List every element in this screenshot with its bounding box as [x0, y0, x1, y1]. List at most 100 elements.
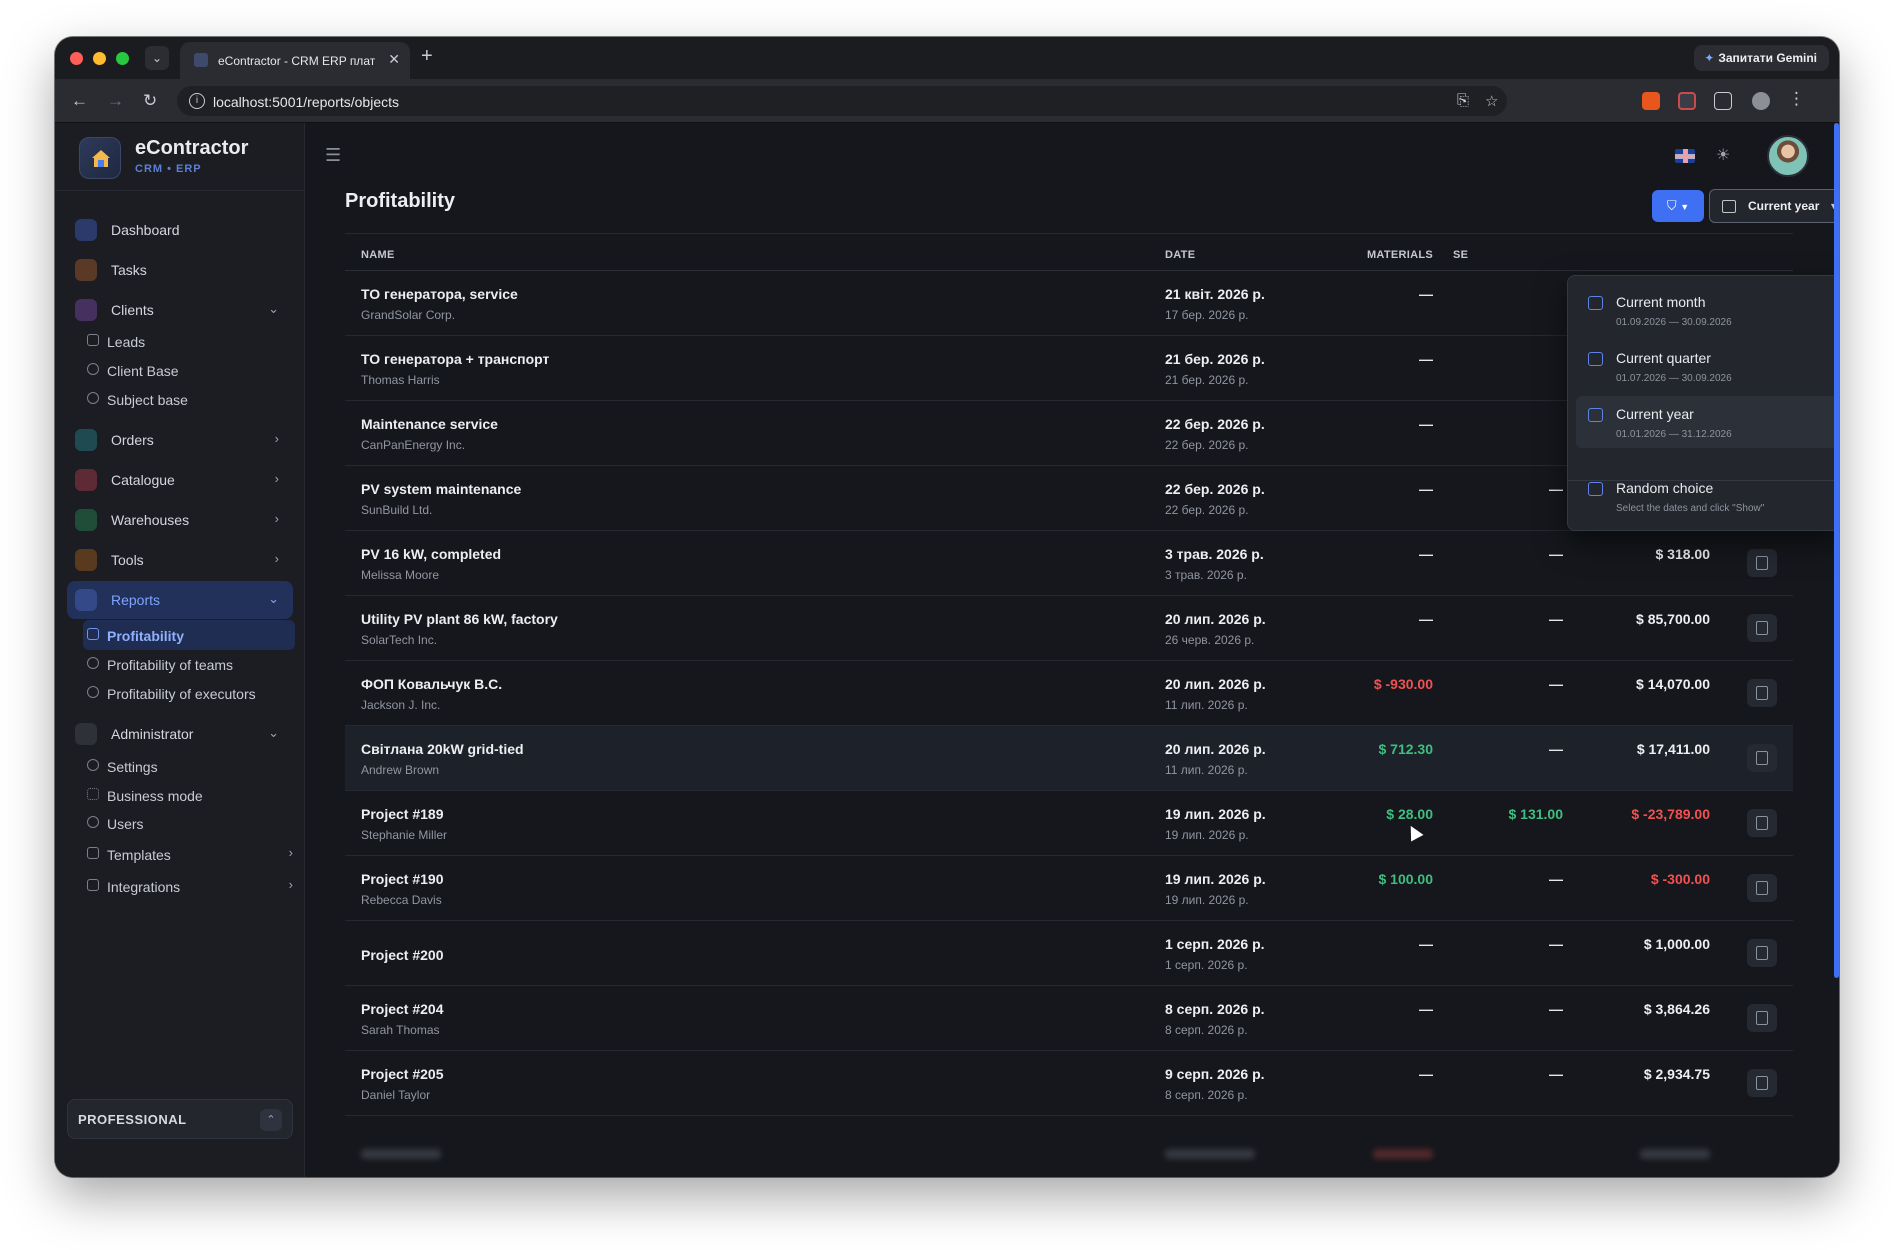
column-header-date[interactable]: DATE	[1165, 249, 1195, 261]
row-name[interactable]: PV 16 kW, completed	[361, 546, 501, 562]
tab-close-icon[interactable]: ✕	[388, 51, 400, 68]
sidebar-subitem-profitability[interactable]: Profitability	[83, 620, 295, 650]
theme-sun-icon[interactable]: ☀	[1716, 145, 1730, 165]
table-row[interactable]: PV 16 kW, completed Melissa Moore 3 трав. …	[345, 531, 1793, 596]
row-name[interactable]: Project #200	[361, 947, 444, 963]
gemini-button[interactable]: ✦ Запитати Gemini	[1694, 45, 1829, 71]
row-name[interactable]: ФОП Ковальчук В.С.	[361, 676, 502, 692]
table-row[interactable]: Utility PV plant 86 kW, factory SolarTech…	[345, 596, 1793, 661]
row-name[interactable]: Maintenance service	[361, 416, 498, 432]
sidebar-item-catalogue[interactable]: Catalogue ›	[67, 461, 293, 499]
row-name[interactable]: Project #190	[361, 871, 444, 887]
minimize-window-button[interactable]	[93, 52, 106, 65]
extension-icon[interactable]	[1642, 92, 1660, 110]
sidebar-subitem-leads[interactable]: Leads	[83, 326, 295, 356]
sidebar-item-administrator[interactable]: Administrator ⌄	[67, 715, 293, 753]
sidebar-subitem-label: Integrations	[107, 879, 181, 895]
warehouse-icon	[75, 509, 97, 531]
row-report-button[interactable]	[1747, 614, 1777, 642]
extension-icon[interactable]	[1678, 92, 1696, 110]
sidebar-subitem-profitability-executors[interactable]: Profitability of executors	[83, 678, 295, 708]
clipboard-icon	[1756, 751, 1768, 765]
sidebar-item-tasks[interactable]: Tasks	[67, 251, 293, 289]
period-option-current-month[interactable]: Current month 01.09.2026 — 30.09.2026	[1576, 284, 1838, 336]
column-header-name[interactable]: NAME	[361, 249, 395, 261]
sidebar-item-warehouses[interactable]: Warehouses ›	[67, 501, 293, 539]
sidebar-item-tools[interactable]: Tools ›	[67, 541, 293, 579]
table-row[interactable]: Світлана 20kW grid-tied Andrew Brown 20 ли…	[345, 726, 1793, 791]
profile-icon[interactable]	[1752, 92, 1770, 110]
sidebar-subitem-subject-base[interactable]: Subject base	[83, 384, 295, 414]
row-report-button[interactable]	[1747, 809, 1777, 837]
new-tab-plus-icon[interactable]: +	[421, 45, 433, 68]
row-name[interactable]: ТО генератора, service	[361, 286, 518, 302]
browser-tab[interactable]: eContractor - CRM ERP плат ✕	[180, 42, 410, 79]
maximize-window-button[interactable]	[116, 52, 129, 65]
row-report-button[interactable]	[1747, 1069, 1777, 1097]
row-name[interactable]: PV system maintenance	[361, 481, 521, 497]
extensions-puzzle-icon[interactable]	[1714, 92, 1732, 110]
tab-list-chevron-icon[interactable]: ⌄	[145, 46, 169, 70]
chevron-up-icon[interactable]: ⌃	[260, 1109, 282, 1131]
close-window-button[interactable]	[70, 52, 83, 65]
row-name[interactable]: Project #205	[361, 1066, 444, 1082]
row-name[interactable]: Project #189	[361, 806, 444, 822]
row-name[interactable]: Project #204	[361, 1001, 444, 1017]
row-report-button[interactable]	[1747, 679, 1777, 707]
row-name[interactable]: ТО генератора + транспорт	[361, 351, 549, 367]
row-services: $ 131.00	[1508, 806, 1564, 822]
period-option-current-year[interactable]: Current year 01.01.2026 — 31.12.2026	[1576, 396, 1838, 448]
row-name[interactable]: Utility PV plant 86 kW, factory	[361, 611, 558, 627]
row-report-button[interactable]	[1747, 874, 1777, 902]
period-option-current-quarter[interactable]: Current quarter 01.07.2026 — 30.09.2026	[1576, 340, 1838, 392]
row-report-button[interactable]	[1747, 1004, 1777, 1032]
clipboard-icon	[1756, 946, 1768, 960]
reload-icon[interactable]: ↻	[143, 91, 157, 111]
sidebar-item-reports[interactable]: Reports ⌄	[67, 581, 293, 619]
sidebar-item-orders[interactable]: Orders ›	[67, 421, 293, 459]
row-name[interactable]: Світлана 20kW grid-tied	[361, 741, 524, 757]
install-app-icon[interactable]: ⎘	[1457, 92, 1469, 109]
sidebar-subitem-client-base[interactable]: Client Base	[83, 355, 295, 385]
plan-selector[interactable]: PROFESSIONAL ⌃	[67, 1099, 293, 1139]
row-report-button[interactable]	[1747, 744, 1777, 772]
bookmark-star-icon[interactable]: ☆	[1485, 92, 1498, 110]
period-option-random-choice[interactable]: Random choice Select the dates and click…	[1576, 470, 1838, 522]
table-row[interactable]: Project #200 1 серп. 2026 р. 1 серп. 2026 …	[345, 921, 1793, 986]
sidebar-subitem-profitability-teams[interactable]: Profitability of teams	[83, 649, 295, 679]
column-header-materials[interactable]: MATERIALS	[1367, 249, 1433, 261]
page-scrollbar[interactable]	[1834, 123, 1839, 978]
browser-menu-icon[interactable]: ⋮	[1788, 89, 1805, 109]
sidebar-subitem-settings[interactable]: Settings	[83, 751, 295, 781]
forward-arrow-icon[interactable]: →	[107, 91, 124, 111]
period-select-button[interactable]: Current year ▼	[1709, 189, 1839, 223]
back-arrow-icon[interactable]: ←	[71, 91, 88, 111]
row-report-button[interactable]	[1747, 939, 1777, 967]
brand[interactable]: eContractor CRM • ERP	[55, 123, 305, 191]
site-info-icon[interactable]: i	[189, 93, 205, 109]
sidebar-item-clients[interactable]: Clients ⌄	[67, 291, 293, 329]
filter-button[interactable]: ⛉ ▼	[1652, 190, 1704, 222]
clipboard-icon	[1756, 1076, 1768, 1090]
row-total: $ -23,789.00	[1631, 806, 1710, 822]
sidebar-subitem-business-mode[interactable]: Business mode	[83, 780, 295, 810]
avatar[interactable]	[1767, 135, 1809, 177]
url-field[interactable]: i localhost:5001/reports/objects ⎘ ☆	[177, 86, 1507, 116]
row-date-secondary: 22 бер. 2026 р.	[1165, 503, 1249, 517]
caret-down-icon: ▼	[1680, 202, 1690, 212]
table-row[interactable]: Project #190 Rebecca Davis 19 лип. 2026 р.…	[345, 856, 1793, 921]
language-flag-icon[interactable]	[1675, 149, 1695, 163]
row-services: —	[1549, 481, 1563, 497]
table-row[interactable]: Project #189 Stephanie Miller 19 лип. 2026…	[345, 791, 1793, 856]
sidebar-subitem-users[interactable]: Users	[83, 808, 295, 838]
table-row[interactable]: Project #205 Daniel Taylor 9 серп. 2026 р.…	[345, 1051, 1793, 1116]
table-row[interactable]: ФОП Ковальчук В.С. Jackson J. Inc. 20 лип.…	[345, 661, 1793, 726]
table-row[interactable]: Project #204 Sarah Thomas 8 серп. 2026 р. 8…	[345, 986, 1793, 1051]
sidebar-subitem-templates[interactable]: Templates ›	[83, 839, 295, 869]
column-header-services[interactable]: SE	[1453, 249, 1468, 261]
chevron-right-icon: ›	[274, 431, 279, 446]
sidebar-subitem-integrations[interactable]: Integrations ›	[83, 871, 295, 901]
row-report-button[interactable]	[1747, 549, 1777, 577]
sidebar-item-dashboard[interactable]: Dashboard	[67, 211, 293, 249]
menu-toggle-icon[interactable]: ☰	[325, 145, 341, 166]
